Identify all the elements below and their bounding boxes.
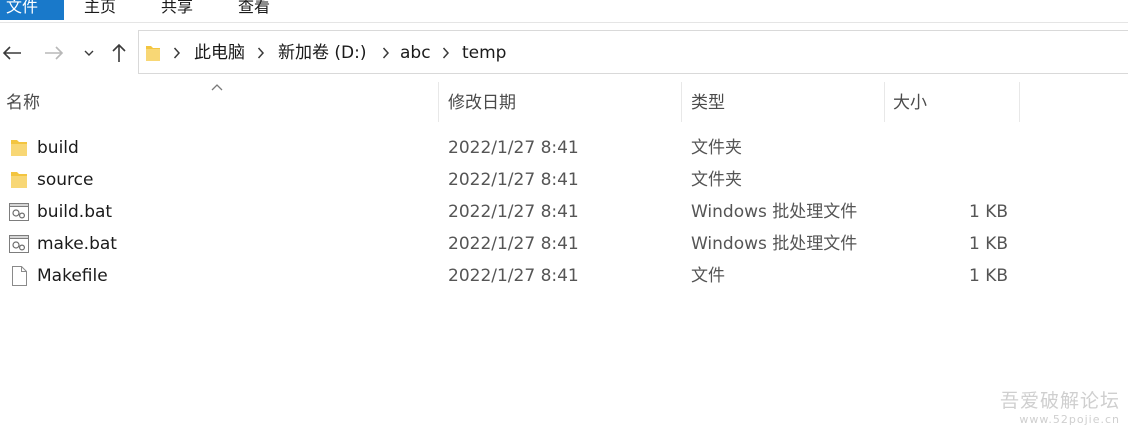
column-header: 名称 修改日期 类型 大小 — [0, 82, 1128, 122]
file-row[interactable]: make.bat 2022/1/27 8:41 Windows 批处理文件 1 … — [0, 228, 1128, 260]
breadcrumb-drive-d[interactable]: 新加卷 (D:) — [278, 31, 367, 75]
file-size: 1 KB — [968, 202, 1008, 222]
file-size: 1 KB — [968, 234, 1008, 254]
file-type: 文件夹 — [691, 170, 742, 190]
sort-ascending-icon — [211, 84, 223, 91]
folder-icon — [11, 172, 27, 188]
file-date: 2022/1/27 8:41 — [448, 170, 579, 190]
file-date: 2022/1/27 8:41 — [448, 138, 579, 158]
arrow-left-icon — [2, 46, 21, 60]
file-name: source — [37, 170, 94, 190]
file-type: Windows 批处理文件 — [691, 234, 858, 254]
column-divider[interactable] — [681, 82, 682, 122]
file-type: Windows 批处理文件 — [691, 202, 858, 222]
forward-button[interactable] — [40, 30, 68, 76]
batch-file-icon — [9, 235, 29, 253]
chevron-right-icon — [442, 47, 450, 59]
watermark-url: www.52pojie.cn — [1019, 413, 1120, 426]
file-name: build — [37, 138, 79, 158]
folder-icon — [146, 46, 160, 61]
breadcrumb-temp[interactable]: temp — [462, 31, 506, 75]
folder-icon — [11, 140, 27, 156]
file-size — [880, 132, 1008, 164]
file-date: 2022/1/27 8:41 — [448, 202, 579, 222]
arrow-up-icon — [112, 43, 126, 62]
file-row[interactable]: source 2022/1/27 8:41 文件夹 — [0, 164, 1128, 196]
column-divider[interactable] — [438, 82, 439, 122]
file-name: Makefile — [37, 266, 108, 286]
column-name[interactable]: 名称 — [6, 82, 40, 122]
column-type[interactable]: 类型 — [691, 82, 725, 122]
up-button[interactable] — [106, 30, 132, 76]
column-divider[interactable] — [884, 82, 885, 122]
breadcrumb-abc[interactable]: abc — [400, 31, 431, 75]
chevron-down-icon — [84, 50, 94, 56]
ribbon-tab-file[interactable]: 文件 — [0, 0, 64, 20]
chevron-right-icon — [382, 47, 390, 59]
chevron-right-icon — [257, 47, 265, 59]
file-size: 1 KB — [968, 266, 1008, 286]
back-button[interactable] — [0, 30, 24, 76]
file-name: build.bat — [37, 202, 113, 222]
watermark-title: 吾爱破解论坛 — [999, 390, 1120, 412]
file-row[interactable]: build.bat 2022/1/27 8:41 Windows 批处理文件 1… — [0, 196, 1128, 228]
ribbon-tab-home[interactable]: 主页 — [84, 0, 116, 20]
arrow-right-icon — [45, 46, 64, 60]
file-date: 2022/1/27 8:41 — [448, 266, 579, 286]
file-icon — [12, 266, 27, 286]
breadcrumb-this-pc[interactable]: 此电脑 — [194, 31, 245, 75]
address-bar[interactable]: 此电脑 新加卷 (D:) abc temp — [138, 30, 1128, 74]
file-date: 2022/1/27 8:41 — [448, 234, 579, 254]
file-row[interactable]: build 2022/1/27 8:41 文件夹 — [0, 132, 1128, 164]
watermark: 吾爱破解论坛 www.52pojie.cn — [1000, 386, 1120, 426]
file-row[interactable]: Makefile 2022/1/27 8:41 文件 1 KB — [0, 260, 1128, 292]
navigation-bar: 此电脑 新加卷 (D:) abc temp — [0, 30, 1128, 76]
file-size — [880, 164, 1008, 196]
file-type: 文件夹 — [691, 138, 742, 158]
ribbon-tab-view[interactable]: 查看 — [238, 0, 270, 20]
column-date-modified[interactable]: 修改日期 — [448, 82, 516, 122]
chevron-right-icon — [173, 47, 181, 59]
batch-file-icon — [9, 203, 29, 221]
column-size[interactable]: 大小 — [893, 82, 927, 122]
recent-locations-button[interactable] — [78, 30, 100, 76]
file-name: make.bat — [37, 234, 117, 254]
ribbon: 文件 主页 共享 查看 — [0, 0, 1128, 23]
ribbon-tab-share[interactable]: 共享 — [161, 0, 193, 20]
file-type: 文件 — [691, 266, 725, 286]
column-divider[interactable] — [1019, 82, 1020, 122]
